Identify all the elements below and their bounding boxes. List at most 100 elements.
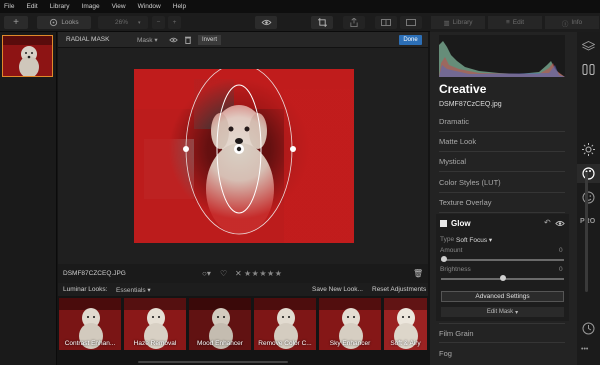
right-tabs: ▥ Library ≡ Edit ⓘ Info xyxy=(430,13,600,32)
panel-filename: DSMF87CzCEQ.jpg xyxy=(439,101,502,108)
filter-film-grain[interactable]: Film Grain xyxy=(439,323,565,343)
reset-icon[interactable]: ↶ xyxy=(544,218,551,227)
tab-edit[interactable]: ≡ Edit xyxy=(488,16,542,29)
more-options-icon[interactable]: ••• xyxy=(581,346,588,353)
glow-enable-toggle[interactable] xyxy=(440,220,447,227)
glow-filter-panel: Glow ↶ Type Soft Focus ▾ Amount 0 Bright… xyxy=(436,214,569,321)
look-item[interactable]: Haze Removal xyxy=(124,298,186,350)
menu-help[interactable]: Help xyxy=(173,3,186,10)
preview-button[interactable] xyxy=(255,16,277,29)
eye-icon xyxy=(261,19,271,26)
trash-icon[interactable] xyxy=(185,36,191,44)
looks-button[interactable]: Looks xyxy=(37,16,91,29)
advanced-settings-button[interactable]: Advanced Settings xyxy=(441,291,564,302)
menu-view[interactable]: View xyxy=(112,3,126,10)
brightness-label: Brightness xyxy=(440,266,471,273)
histogram xyxy=(439,35,565,77)
look-label: Sky Enhancer xyxy=(329,340,371,347)
reject-icon[interactable]: ✕ xyxy=(235,269,242,278)
menu-library[interactable]: Library xyxy=(50,3,70,10)
mask-title: RADIAL MASK xyxy=(66,36,110,43)
dog-thumbnail-image xyxy=(3,36,52,76)
zoom-in-button[interactable]: + xyxy=(168,16,181,29)
category-icon-strip: PRO ••• xyxy=(577,32,600,365)
eye-icon[interactable] xyxy=(555,220,565,227)
star-rating[interactable]: ★★★★★ xyxy=(244,269,282,278)
filter-matte-look[interactable]: Matte Look xyxy=(439,132,565,152)
history-clock-icon[interactable] xyxy=(582,322,595,335)
dog-photo-image xyxy=(134,69,354,243)
menu-file[interactable]: File xyxy=(4,3,14,10)
menu-bar: File Edit Library Image View Window Help xyxy=(0,0,600,13)
panel-scrollbar[interactable] xyxy=(585,172,588,292)
compare-button[interactable] xyxy=(375,16,397,29)
looks-scrollbar[interactable] xyxy=(58,358,428,365)
export-button[interactable] xyxy=(343,16,365,29)
photo-canvas[interactable] xyxy=(134,69,354,243)
heart-icon[interactable]: ♡ xyxy=(220,269,227,278)
filter-texture-overlay[interactable]: Texture Overlay xyxy=(439,193,565,213)
brightness-value: 0 xyxy=(559,266,563,273)
mask-dropdown[interactable]: Mask ▾ xyxy=(137,36,158,44)
look-item[interactable]: Soft & Airy xyxy=(384,298,427,350)
look-item[interactable]: Contrast Enhan... xyxy=(59,298,121,350)
type-label: Type xyxy=(440,236,455,243)
look-label: Haze Removal xyxy=(133,340,177,347)
delete-icon[interactable]: 🗑 xyxy=(413,269,423,278)
zoom-out-button[interactable]: − xyxy=(152,16,165,29)
crop-button[interactable] xyxy=(311,16,333,29)
info-icon: ⓘ xyxy=(561,20,569,28)
compare-icon xyxy=(381,19,391,26)
edit-mask-button[interactable]: Edit Mask ▾ xyxy=(441,307,564,317)
save-look-button[interactable]: Save New Look... xyxy=(312,286,363,293)
amount-label: Amount xyxy=(440,247,463,254)
looks-bar: Luminar Looks: Essentials ▾ Save New Loo… xyxy=(58,283,428,296)
portrait-face-icon[interactable] xyxy=(582,191,595,204)
invert-button[interactable]: Invert xyxy=(198,35,221,45)
looks-label: Luminar Looks: xyxy=(63,286,108,293)
menu-edit[interactable]: Edit xyxy=(26,3,37,10)
color-label-icon[interactable]: ○▾ xyxy=(202,269,211,278)
looks-category-dropdown[interactable]: Essentials ▾ xyxy=(116,286,151,294)
menu-window[interactable]: Window xyxy=(138,3,161,10)
chevron-down-icon: ▾ xyxy=(138,19,141,26)
mask-visibility-icon[interactable] xyxy=(169,37,178,43)
look-label: Soft & Airy xyxy=(390,340,421,347)
done-button[interactable]: Done xyxy=(399,35,422,45)
essentials-sun-icon[interactable] xyxy=(582,143,595,156)
look-item[interactable]: Remove Color C... xyxy=(254,298,316,350)
amount-slider[interactable] xyxy=(441,259,564,261)
creative-palette-icon[interactable] xyxy=(582,167,595,180)
filmstrip xyxy=(0,32,57,365)
amount-slider-handle[interactable] xyxy=(441,256,447,262)
filmstrip-thumbnail[interactable] xyxy=(2,35,53,77)
filter-color-styles[interactable]: Color Styles (LUT) xyxy=(439,173,565,193)
zoom-dropdown[interactable]: 26% ▾ xyxy=(98,16,148,29)
sliders-icon: ≡ xyxy=(506,19,510,26)
looks-label: Looks xyxy=(61,19,79,26)
tab-info[interactable]: ⓘ Info xyxy=(545,16,599,29)
look-item[interactable]: Mood Enhancer xyxy=(189,298,251,350)
tab-library[interactable]: ▥ Library xyxy=(431,16,485,29)
reset-adjustments-button[interactable]: Reset Adjustments xyxy=(372,286,426,293)
menu-image[interactable]: Image xyxy=(82,3,100,10)
grid-view-button[interactable] xyxy=(400,16,422,29)
looks-icon xyxy=(50,18,58,27)
brightness-slider-handle[interactable] xyxy=(499,275,506,281)
glow-title: Glow xyxy=(451,219,471,228)
image-filename: DSMF87CZCEQ.JPG xyxy=(63,270,126,277)
look-item[interactable]: Sky Enhancer xyxy=(319,298,381,350)
look-label: Remove Color C... xyxy=(258,340,312,347)
type-dropdown[interactable]: Soft Focus ▾ xyxy=(456,236,492,244)
filter-fog[interactable]: Fog xyxy=(439,343,565,363)
filter-dramatic[interactable]: Dramatic xyxy=(439,112,565,132)
filter-mystical[interactable]: Mystical xyxy=(439,152,565,172)
add-image-button[interactable]: + xyxy=(4,16,28,29)
canvas-tools-icon[interactable] xyxy=(582,64,595,75)
layers-icon[interactable] xyxy=(582,41,595,52)
grid-icon xyxy=(406,19,416,26)
share-icon xyxy=(350,18,358,27)
image-info-bar: DSMF87CZCEQ.JPG ○▾ ♡ ✕ ★★★★★ 🗑 xyxy=(58,264,428,283)
zoom-value: 26% xyxy=(115,19,129,26)
scrollbar-thumb[interactable] xyxy=(138,361,288,363)
